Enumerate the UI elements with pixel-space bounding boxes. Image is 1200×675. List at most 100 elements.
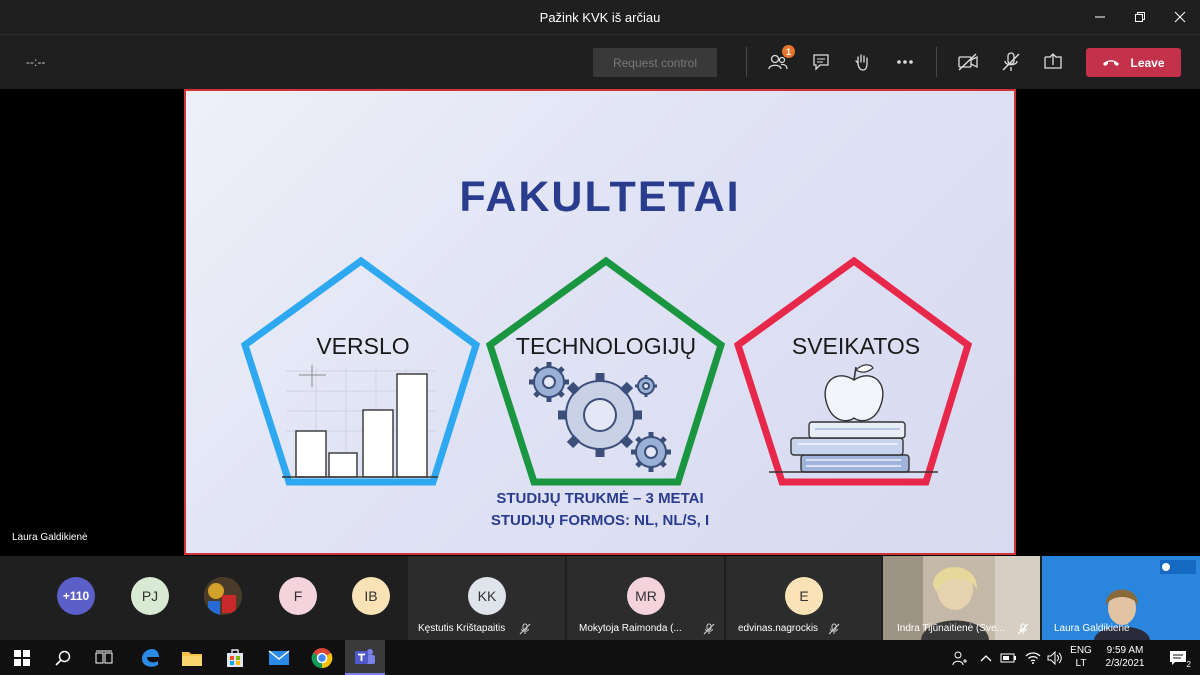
leave-button[interactable]: Leave bbox=[1086, 48, 1181, 77]
clock-time: 9:59 AM bbox=[1106, 645, 1144, 656]
participant-avatar[interactable]: IB bbox=[352, 577, 390, 615]
share-screen-button[interactable] bbox=[1040, 49, 1066, 75]
shared-content-stage: FAKULTETAI VERSLO TECHNOLOGIJŲ SVEIKATOS… bbox=[0, 89, 1200, 556]
keyboard-layout: LT bbox=[1075, 658, 1087, 669]
clock-date: 2/3/2021 bbox=[1105, 658, 1145, 669]
mail-app[interactable] bbox=[259, 640, 299, 675]
minimize-icon bbox=[1095, 16, 1105, 18]
participant-photo-avatar[interactable] bbox=[204, 577, 242, 615]
participant-name: edvinas.nagrockis bbox=[738, 623, 819, 634]
file-explorer-app[interactable] bbox=[172, 640, 212, 675]
title-bar: Pažink KVK iš arčiau bbox=[0, 0, 1200, 34]
toolbar-divider bbox=[746, 47, 747, 77]
meeting-timer: --:-- bbox=[26, 55, 46, 69]
shared-slide: FAKULTETAI VERSLO TECHNOLOGIJŲ SVEIKATOS… bbox=[184, 89, 1016, 555]
participant-avatar[interactable]: PJ bbox=[131, 577, 169, 615]
participant-tile[interactable]: MR Mokytoja Raimonda (... bbox=[567, 556, 724, 640]
mic-toggle-button[interactable] bbox=[998, 49, 1024, 75]
mic-off-icon bbox=[1002, 52, 1020, 71]
presenter-name: Laura Galdikienė bbox=[12, 532, 88, 543]
raise-hand-button[interactable] bbox=[849, 49, 875, 75]
participant-tile[interactable]: E edvinas.nagrockis bbox=[726, 556, 881, 640]
action-center-button[interactable]: 2 bbox=[1158, 640, 1198, 675]
search-icon bbox=[55, 650, 71, 666]
volume-indicator[interactable] bbox=[1042, 640, 1068, 675]
more-icon bbox=[897, 60, 913, 64]
faculty-label-sveikatos: SVEIKATOS bbox=[791, 333, 921, 359]
language-code: ENG bbox=[1070, 645, 1092, 656]
share-icon bbox=[1044, 53, 1062, 69]
more-options-button[interactable] bbox=[892, 49, 918, 75]
battery-icon bbox=[1000, 653, 1016, 662]
participants-badge: 1 bbox=[782, 45, 795, 58]
input-language[interactable]: ENG LT bbox=[1068, 644, 1094, 670]
participants-button[interactable]: 1 bbox=[765, 45, 795, 75]
window-title: Pažink KVK iš arčiau bbox=[539, 9, 661, 25]
toolbar-divider bbox=[936, 47, 937, 77]
minimize-button[interactable] bbox=[1080, 0, 1120, 34]
participant-tile[interactable]: KK Kęstutis Krištapaitis bbox=[408, 556, 565, 640]
participant-name: Kęstutis Krištapaitis bbox=[418, 623, 506, 634]
speaker-icon bbox=[1047, 650, 1062, 665]
mail-icon bbox=[268, 649, 290, 665]
store-icon bbox=[227, 648, 243, 667]
faculty-label-verslo: VERSLO bbox=[316, 333, 410, 359]
study-duration: STUDIJŲ TRUKMĖ – 3 METAI bbox=[496, 490, 704, 507]
people-tray-icon bbox=[952, 651, 967, 665]
faculty-label-technologiju: TECHNOLOGIJŲ bbox=[515, 333, 697, 359]
participant-avatar[interactable]: F bbox=[279, 577, 317, 615]
participant-initials: MR bbox=[627, 577, 665, 615]
edge-icon bbox=[142, 648, 159, 667]
mic-off-icon bbox=[703, 623, 715, 635]
start-button[interactable] bbox=[2, 640, 42, 675]
study-forms: STUDIJŲ FORMOS: NL, NL/S, I bbox=[490, 512, 710, 529]
clock[interactable]: 9:59 AM 2/3/2021 bbox=[1098, 644, 1152, 670]
task-view-icon bbox=[95, 650, 113, 663]
chevron-up-icon bbox=[980, 654, 992, 661]
notifications-icon bbox=[1170, 650, 1186, 665]
store-app[interactable] bbox=[215, 640, 255, 675]
leave-label: Leave bbox=[1130, 55, 1165, 70]
close-button[interactable] bbox=[1160, 0, 1200, 34]
participant-name: Indra Tijūnaitienė (Sve... bbox=[897, 623, 1005, 634]
self-video-tile[interactable]: Laura Galdikienė bbox=[1042, 556, 1200, 640]
participant-video-tile[interactable]: Indra Tijūnaitienė (Sve... bbox=[883, 556, 1040, 640]
camera-toggle-button[interactable] bbox=[955, 49, 981, 75]
chrome-app[interactable] bbox=[302, 640, 342, 675]
slide-graphics bbox=[240, 256, 973, 486]
close-icon bbox=[1174, 11, 1186, 23]
participants-strip: +110 PJ F IB KK Kęstutis Krištapaitis MR… bbox=[0, 556, 1200, 640]
notification-count: 2 bbox=[1185, 660, 1192, 669]
window-controls bbox=[1080, 0, 1200, 34]
gears-illustration bbox=[529, 362, 671, 472]
meeting-toolbar: --:-- Request control 1 Leave bbox=[0, 34, 1200, 89]
task-view-button[interactable] bbox=[84, 640, 124, 675]
participant-name: Mokytoja Raimonda (... bbox=[579, 623, 682, 634]
battery-indicator[interactable] bbox=[996, 640, 1022, 675]
overflow-participants[interactable]: +110 bbox=[57, 577, 95, 615]
chrome-icon bbox=[311, 647, 333, 668]
windows-logo-icon bbox=[14, 649, 30, 666]
maximize-button[interactable] bbox=[1120, 0, 1160, 34]
hand-icon bbox=[855, 54, 868, 71]
teams-app[interactable] bbox=[345, 640, 385, 675]
photo-avatar-icon bbox=[204, 577, 242, 615]
edge-app[interactable] bbox=[130, 640, 170, 675]
chat-icon bbox=[813, 54, 829, 71]
chat-button[interactable] bbox=[808, 49, 834, 75]
windows-taskbar: ENG LT 9:59 AM 2/3/2021 2 bbox=[0, 640, 1200, 675]
folder-icon bbox=[182, 651, 202, 666]
mic-off-icon bbox=[828, 623, 840, 635]
restore-icon bbox=[1135, 12, 1145, 22]
request-control-button[interactable]: Request control bbox=[593, 48, 717, 77]
books-apple-illustration bbox=[769, 364, 938, 473]
participant-name: Laura Galdikienė bbox=[1054, 623, 1130, 634]
wifi-icon bbox=[1025, 651, 1041, 664]
camera-off-icon bbox=[958, 53, 978, 71]
teams-icon bbox=[355, 648, 375, 664]
participant-initials: KK bbox=[468, 577, 506, 615]
mic-off-icon bbox=[519, 623, 531, 635]
mic-off-icon bbox=[1017, 623, 1029, 635]
search-button[interactable] bbox=[43, 640, 83, 675]
hang-up-icon bbox=[1103, 59, 1120, 66]
